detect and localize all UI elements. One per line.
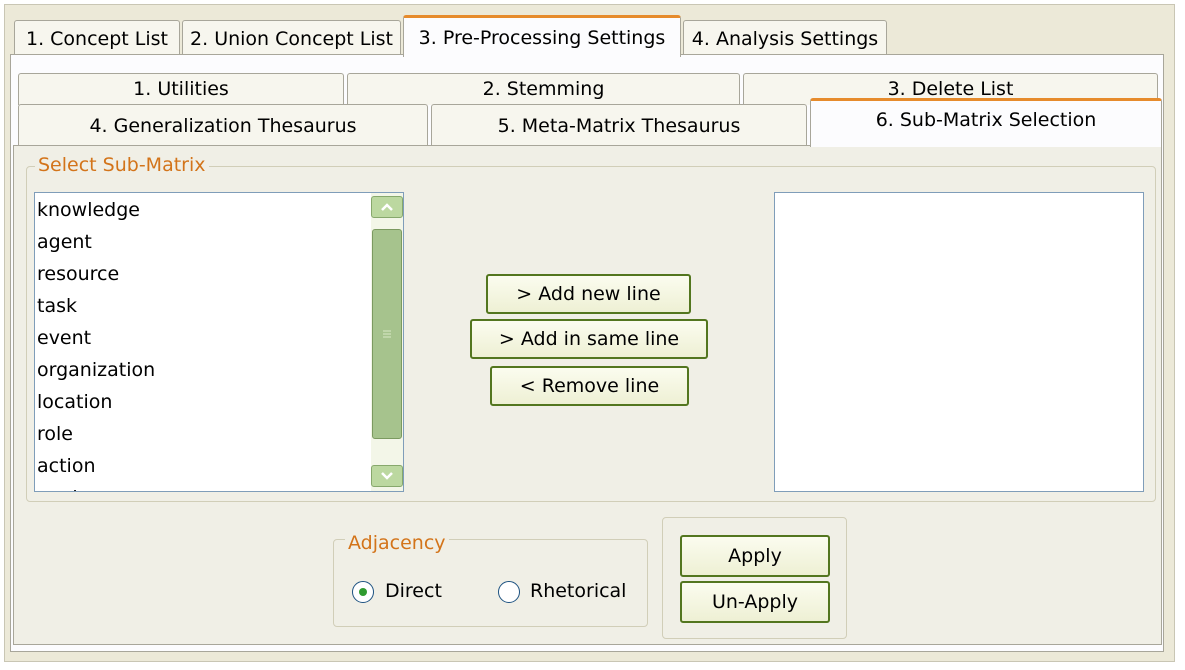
add-new-line-button[interactable]: > Add new line xyxy=(486,274,691,314)
select-sub-matrix-title: Select Sub-Matrix xyxy=(35,154,209,176)
list-item[interactable]: role xyxy=(37,419,73,450)
tab-stemming[interactable]: 2. Stemming xyxy=(347,73,740,105)
concept-list-scrollbar[interactable] xyxy=(371,193,403,491)
radio-selected-dot xyxy=(359,588,367,596)
list-item[interactable]: action xyxy=(37,451,95,482)
list-item[interactable]: resource xyxy=(37,259,119,290)
list-item[interactable]: agent xyxy=(37,227,92,258)
list-item[interactable]: goal xyxy=(37,483,78,491)
tab-generalization-thesaurus[interactable]: 4. Generalization Thesaurus xyxy=(18,104,428,146)
radio-rhetorical-circle xyxy=(498,581,520,603)
scroll-thumb[interactable] xyxy=(372,229,402,439)
radio-direct-label: Direct xyxy=(385,580,442,602)
radio-rhetorical-label: Rhetorical xyxy=(530,580,627,602)
list-item[interactable]: organization xyxy=(37,355,155,386)
tab-pre-processing-settings[interactable]: 3. Pre-Processing Settings xyxy=(403,15,681,57)
chevron-down-icon xyxy=(381,472,393,480)
tab-meta-matrix-thesaurus[interactable]: 5. Meta-Matrix Thesaurus xyxy=(431,104,807,146)
add-in-same-line-button[interactable]: > Add in same line xyxy=(470,319,708,359)
chevron-up-icon xyxy=(381,203,393,211)
adjacency-title: Adjacency xyxy=(345,532,449,554)
radio-rhetorical[interactable]: Rhetorical xyxy=(498,580,633,606)
apply-button[interactable]: Apply xyxy=(680,535,830,577)
list-item[interactable]: task xyxy=(37,291,77,322)
tab-utilities[interactable]: 1. Utilities xyxy=(18,73,344,105)
radio-direct[interactable]: Direct xyxy=(352,580,452,606)
selected-sub-matrix-listbox[interactable] xyxy=(774,192,1144,492)
tab-concept-list[interactable]: 1. Concept List xyxy=(14,20,180,56)
scroll-up-button[interactable] xyxy=(371,196,403,218)
grip-icon xyxy=(383,330,391,338)
concept-listbox[interactable]: knowledge agent resource task event organizat… xyxy=(34,192,404,492)
un-apply-button[interactable]: Un-Apply xyxy=(680,581,830,623)
radio-direct-circle xyxy=(352,581,374,603)
scroll-down-button[interactable] xyxy=(371,465,403,487)
list-item[interactable]: event xyxy=(37,323,91,354)
tab-union-concept-list[interactable]: 2. Union Concept List xyxy=(182,20,401,56)
list-item[interactable]: knowledge xyxy=(37,195,140,226)
remove-line-button[interactable]: < Remove line xyxy=(490,366,689,406)
tab-sub-matrix-selection[interactable]: 6. Sub-Matrix Selection xyxy=(810,98,1162,147)
tab-analysis-settings[interactable]: 4. Analysis Settings xyxy=(683,20,887,56)
list-item[interactable]: location xyxy=(37,387,112,418)
